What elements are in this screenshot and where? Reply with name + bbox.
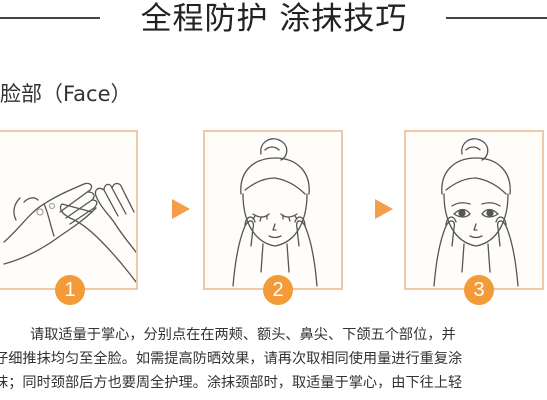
title-rule-right: [446, 17, 547, 19]
step-panel-3: [404, 130, 544, 290]
title-rule-left: [0, 17, 100, 19]
instruction-line: 请取适量于掌心，分别点在在两颊、额头、鼻尖、下颌五个部位，并: [30, 327, 456, 343]
hands-icon: [3, 182, 136, 283]
step-number-1: 1: [55, 275, 85, 305]
page-title: 全程防护 涂抹技巧: [140, 1, 408, 37]
step-panel-1: [0, 130, 138, 290]
instruction-line: 仔细推抹均匀至全脸。如需提高防晒效果，请再次取相同使用量进行重复涂: [0, 351, 463, 367]
section-label: 脸部（Face）: [0, 82, 132, 106]
step-number-3: 3: [464, 275, 494, 305]
step-number-2: 2: [263, 275, 293, 305]
instruction-line: 抹；同时颈部后方也要周全护理。涂抹颈部时，取适量于掌心，由下往上轻: [0, 375, 463, 391]
face-eyes-open-icon: [433, 138, 519, 287]
step-panel-2: [203, 130, 343, 290]
arrow-icon: [375, 199, 393, 219]
face-eyes-closed-icon: [232, 138, 318, 287]
instructions-text: 请取适量于掌心，分别点在在两颊、额头、鼻尖、下颌五个部位，并 仔细推抹均匀至全脸…: [0, 323, 547, 400]
arrow-icon: [172, 199, 190, 219]
